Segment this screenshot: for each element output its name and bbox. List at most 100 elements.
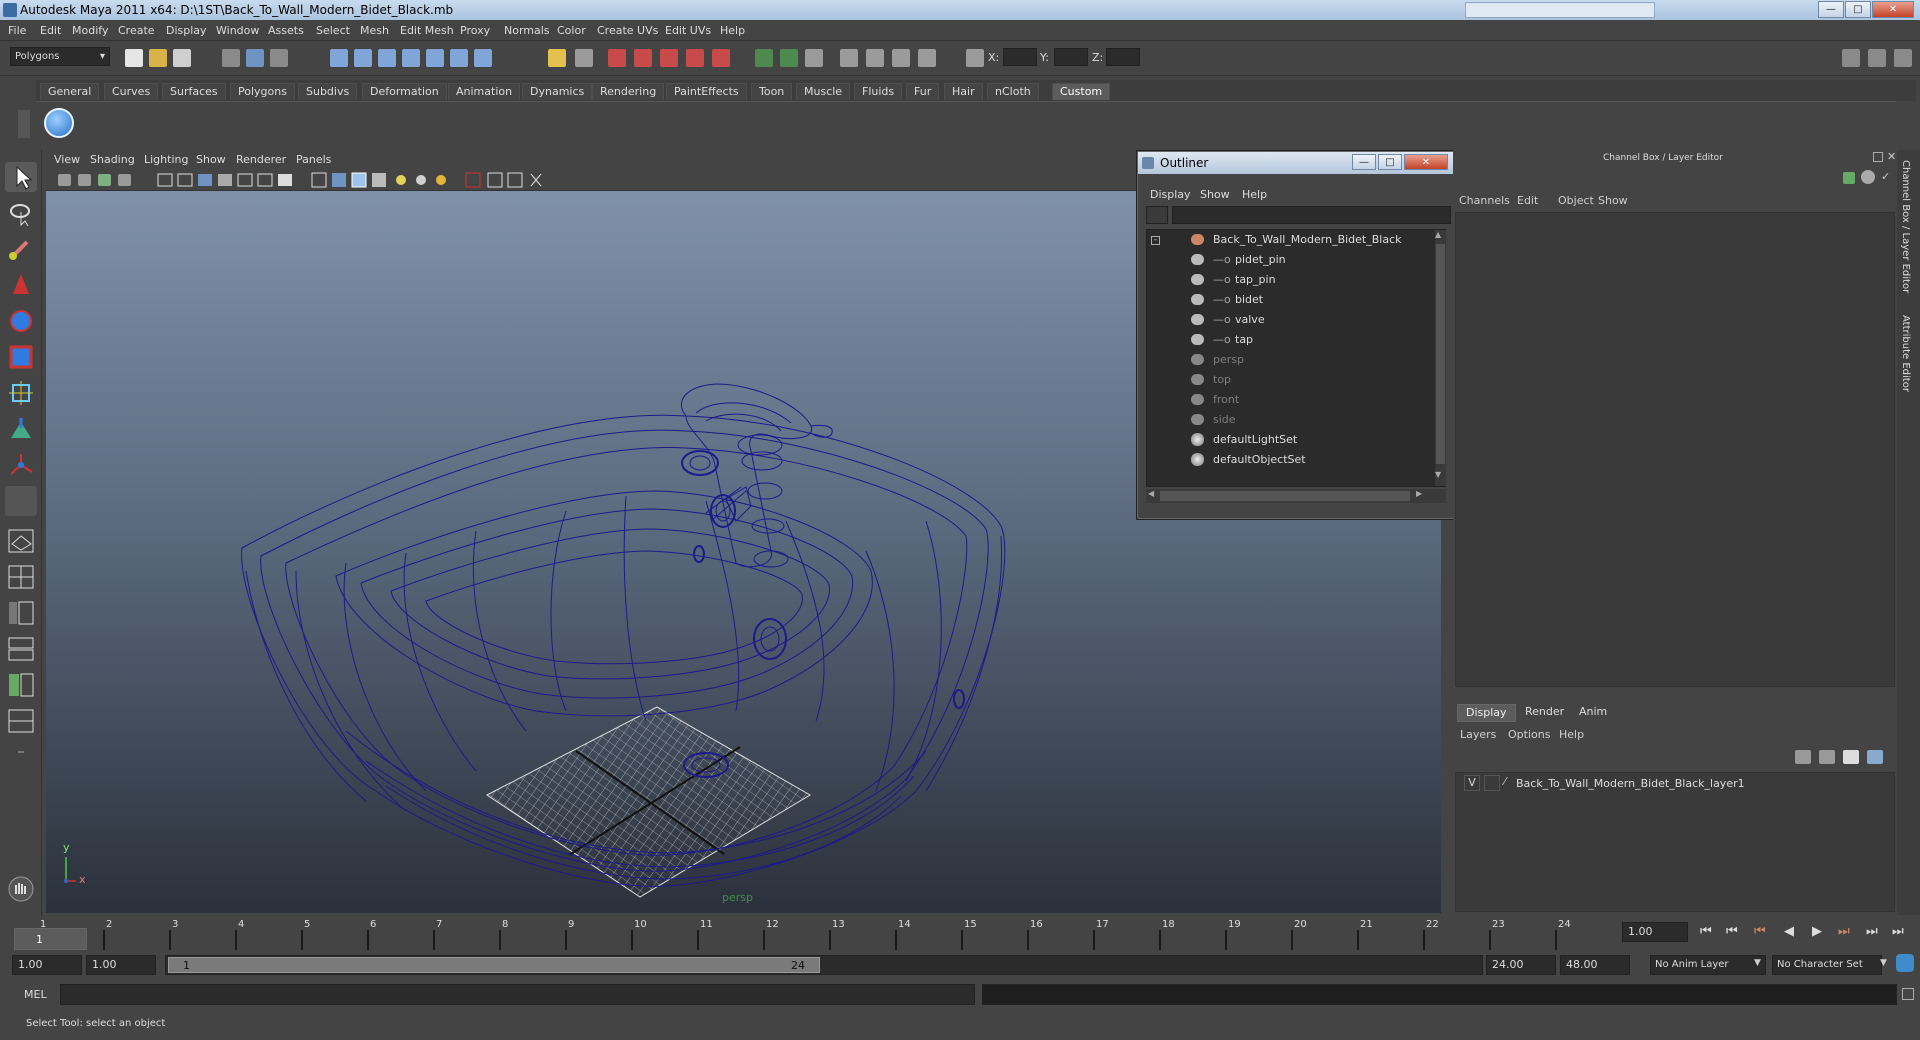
y-field[interactable] [1054, 48, 1088, 66]
menu-create[interactable]: Create [118, 24, 155, 37]
gate-mask-icon[interactable] [218, 174, 232, 186]
camera-attributes-icon[interactable] [78, 174, 91, 186]
play-backwards-icon[interactable]: ◀ [1784, 924, 1794, 939]
camera-icon[interactable] [840, 49, 858, 67]
camera-attr-icon[interactable] [866, 49, 884, 67]
outliner-menu-show[interactable]: Show [1200, 188, 1230, 201]
time-slider[interactable]: 1 2 3 4 5 6 7 8 9 10 11 12 13 14 15 16 17 18 19 20 21 22 23 24 … [0, 916, 1920, 952]
paint-select-icon[interactable] [5, 234, 37, 264]
show-hide-channel-icon[interactable] [805, 49, 823, 67]
ipr-render-icon[interactable] [634, 49, 652, 67]
viewport-menu-renderer[interactable]: Renderer [236, 153, 286, 166]
outliner-vertical-scrollbar[interactable]: ▲ ▼ [1435, 230, 1446, 486]
wrench-icon[interactable]: ✓ [1881, 170, 1893, 184]
grid-toggle-icon[interactable] [157, 173, 173, 187]
channel-box-side-tab[interactable]: Channel Box / Layer Editor [1900, 160, 1911, 293]
input-ops-icon[interactable] [575, 49, 593, 67]
lock-channel-icon[interactable] [1861, 170, 1875, 184]
lasso-tool-icon[interactable] [5, 198, 37, 228]
outliner-item[interactable]: —o tap [1191, 332, 1431, 349]
new-layer-selected-icon[interactable] [1867, 750, 1883, 764]
hypershade-persp-icon[interactable] [5, 670, 37, 700]
menu-color[interactable]: Color [557, 24, 586, 37]
channel-menu-show[interactable]: Show [1598, 194, 1628, 207]
channel-menu-edit[interactable]: Edit [1517, 194, 1538, 207]
maximize-button[interactable]: □ [1845, 1, 1871, 18]
tab-muscle[interactable]: Muscle [796, 83, 851, 100]
layer-display-type-toggle[interactable] [1484, 775, 1500, 791]
layer-visibility-toggle[interactable]: V [1464, 775, 1480, 791]
outliner-item[interactable]: front [1191, 392, 1431, 409]
menu-edit-uvs[interactable]: Edit UVs [665, 24, 711, 37]
outliner-item[interactable]: —o valve [1191, 312, 1431, 329]
key-icon[interactable] [1843, 172, 1855, 184]
move-layer-down-icon[interactable] [1819, 750, 1835, 764]
open-scene-icon[interactable] [149, 49, 167, 67]
field-chart-icon[interactable] [237, 173, 253, 187]
layer-color-swatch[interactable]: ⁄ [1504, 775, 1516, 791]
menu-display[interactable]: Display [166, 24, 207, 37]
scrollbar-thumb[interactable] [1436, 244, 1445, 464]
select-object-icon[interactable] [246, 49, 264, 67]
menu-edit-mesh[interactable]: Edit Mesh [400, 24, 454, 37]
command-language-label[interactable]: MEL [24, 988, 47, 1001]
layer-tab-display[interactable]: Display [1457, 704, 1516, 722]
command-input[interactable] [60, 984, 975, 1005]
viewport-menu-shading[interactable]: Shading [90, 153, 135, 166]
menu-create-uvs[interactable]: Create UVs [597, 24, 658, 37]
outliner-horizontal-scrollbar[interactable]: ◀ ▶ [1146, 489, 1446, 503]
outliner-item[interactable]: side [1191, 412, 1431, 429]
single-view-icon[interactable] [5, 526, 37, 556]
tab-subdivs[interactable]: Subdivs [298, 83, 358, 100]
current-time-field[interactable]: 1.00 [1622, 922, 1688, 942]
tab-deformation[interactable]: Deformation [362, 83, 447, 100]
scroll-down-icon[interactable]: ▼ [1435, 470, 1441, 479]
help-icon[interactable] [474, 49, 492, 67]
show-hide-attr-icon[interactable] [755, 49, 773, 67]
show-manipulator-icon[interactable] [5, 450, 37, 480]
toggle-channel-box-icon[interactable] [1894, 49, 1912, 67]
start-time-field[interactable]: 1.00 [12, 955, 82, 975]
bookmarks-icon[interactable] [98, 174, 111, 186]
menu-mesh[interactable]: Mesh [360, 24, 389, 37]
tab-custom[interactable]: Custom [1052, 83, 1111, 100]
outliner-item[interactable]: defaultLightSet [1191, 432, 1431, 449]
outliner-item[interactable]: persp [1191, 352, 1431, 369]
mode-dropdown[interactable]: Polygons ▾ [10, 47, 110, 66]
history-icon[interactable] [450, 49, 468, 67]
z-field[interactable] [1106, 48, 1140, 66]
isolate-select-icon[interactable] [465, 172, 481, 188]
checkmark-icon[interactable] [44, 108, 74, 138]
menu-modify[interactable]: Modify [72, 24, 108, 37]
menu-normals[interactable]: Normals [504, 24, 550, 37]
manipulator-tool-icon[interactable] [5, 378, 37, 408]
render-view-icon[interactable] [712, 49, 730, 67]
scrollbar-thumb[interactable] [1160, 491, 1410, 501]
step-back-frame-icon[interactable]: ⏮ [1754, 924, 1766, 939]
go-to-end-icon[interactable]: ⏭ [1892, 924, 1904, 939]
viewport-menu-lighting[interactable]: Lighting [144, 153, 188, 166]
smooth-shade-icon[interactable] [332, 173, 346, 187]
step-forward-frame-icon[interactable]: ⏭ [1838, 924, 1850, 939]
outliner-item[interactable]: top [1191, 372, 1431, 389]
float-panel-icon[interactable] [1873, 152, 1883, 162]
scroll-up-icon[interactable]: ▲ [1435, 230, 1441, 239]
safe-title-icon[interactable] [278, 174, 292, 186]
tab-curves[interactable]: Curves [104, 83, 159, 100]
viewport-menu-show[interactable]: Show [196, 153, 226, 166]
persp-graph-view-icon[interactable] [5, 634, 37, 664]
four-view-icon[interactable] [5, 562, 37, 592]
step-back-key-icon[interactable]: ⏮ [1726, 924, 1738, 939]
layer-row[interactable]: V ⁄ Back_To_Wall_Modern_Bidet_Black_laye… [1464, 775, 1884, 793]
tab-painteffects[interactable]: PaintEffects [666, 83, 747, 100]
textured-icon[interactable] [372, 173, 386, 187]
tab-fluids[interactable]: Fluids [854, 83, 903, 100]
save-scene-icon[interactable] [173, 49, 191, 67]
wireframe-icon[interactable] [311, 172, 327, 188]
last-tool-icon[interactable] [5, 486, 37, 516]
select-component-icon[interactable] [270, 49, 288, 67]
help-search-field[interactable] [1465, 2, 1655, 18]
image-plane-icon[interactable] [118, 174, 131, 186]
channel-menu-object[interactable]: Object [1558, 194, 1594, 207]
camera-film-icon[interactable] [918, 49, 936, 67]
